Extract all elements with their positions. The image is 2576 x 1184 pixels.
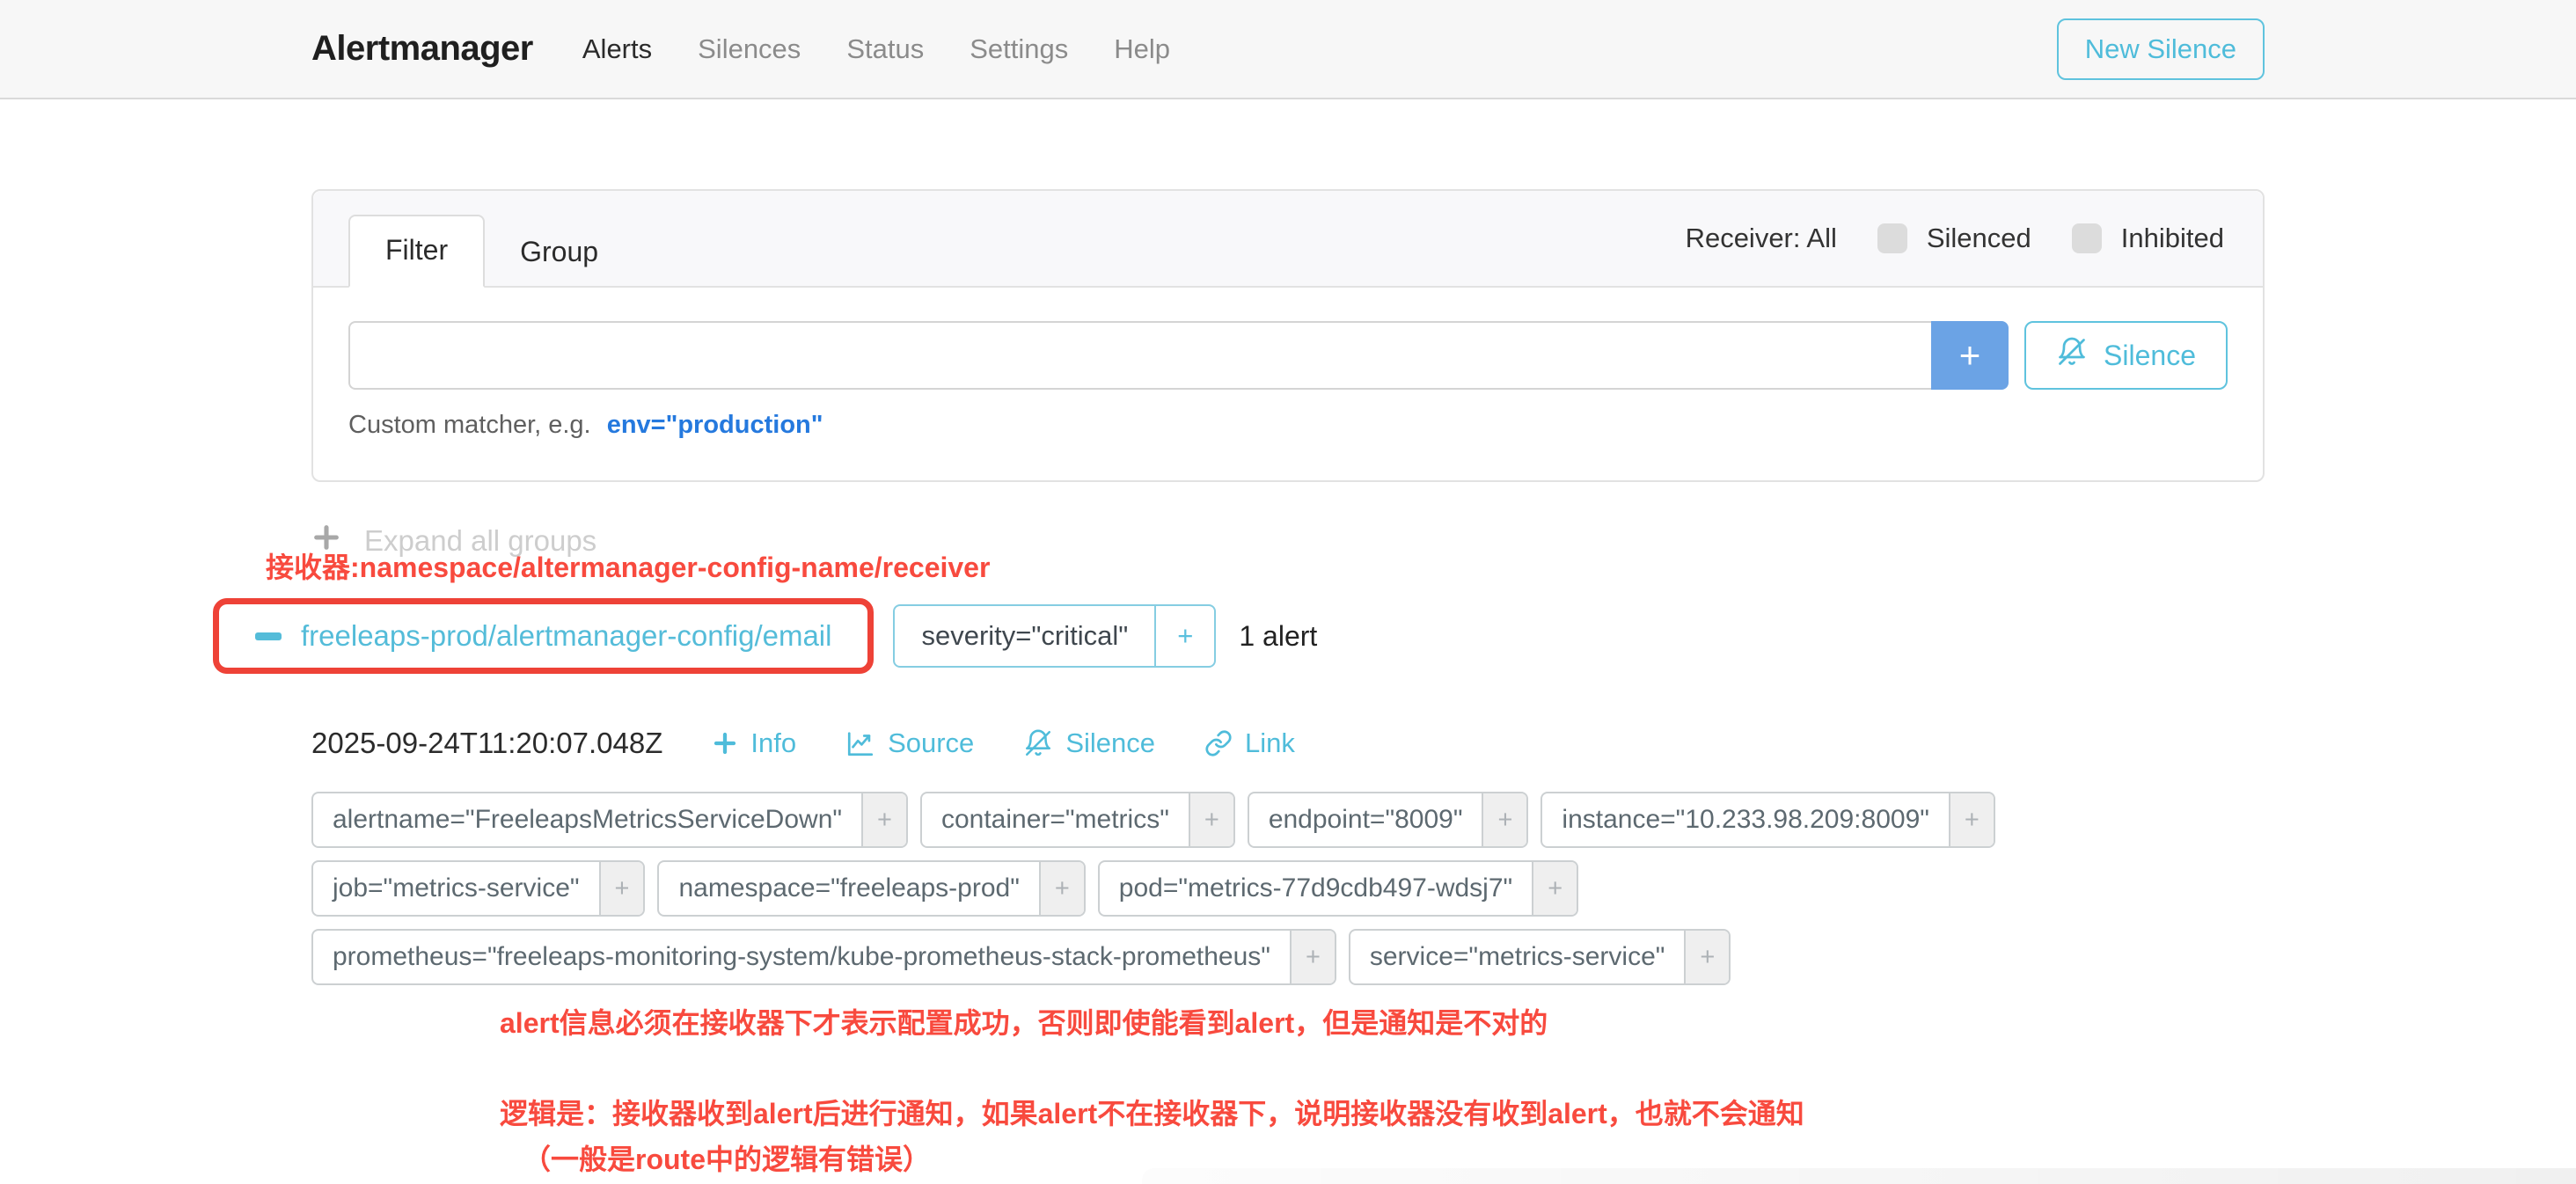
label-chip-container: container="metrics" + bbox=[920, 792, 1235, 848]
filter-panel-header: Filter Group Receiver: All Silenced Inhi… bbox=[313, 191, 2263, 288]
matcher-hint-example-link[interactable]: env="production" bbox=[607, 411, 823, 439]
annotation-alert-note: alert信息必须在接收器下才表示配置成功，否则即使能看到alert，但是通知是… bbox=[500, 1001, 2265, 1041]
alert-timestamp: 2025-09-24T11:20:07.048Z bbox=[311, 727, 662, 760]
group-receiver-button[interactable]: freeleaps-prod/alertmanager-config/email bbox=[223, 609, 863, 663]
bell-slash-icon bbox=[1023, 728, 1053, 758]
silence-button[interactable]: Silence bbox=[2024, 321, 2228, 390]
link-icon bbox=[1204, 729, 1233, 757]
tab-filter[interactable]: Filter bbox=[348, 215, 485, 288]
label-text: instance="10.233.98.209:8009" bbox=[1542, 793, 1948, 846]
label-add-button[interactable]: + bbox=[1949, 793, 1994, 846]
nav-item-help[interactable]: Help bbox=[1114, 33, 1170, 65]
plus-icon bbox=[712, 730, 738, 756]
filter-panel-body: + Silence Custom matcher, e.g. env="prod bbox=[313, 288, 2263, 480]
label-add-button[interactable]: + bbox=[861, 793, 906, 846]
minus-icon bbox=[255, 632, 282, 640]
label-add-button[interactable]: + bbox=[1684, 931, 1729, 983]
nav-item-silences[interactable]: Silences bbox=[698, 33, 801, 65]
source-action-label: Source bbox=[888, 727, 974, 759]
label-text: job="metrics-service" bbox=[313, 862, 599, 915]
silenced-checkbox[interactable] bbox=[1877, 223, 1907, 253]
silence-button-label: Silence bbox=[2104, 340, 2196, 372]
new-silence-button[interactable]: New Silence bbox=[2057, 18, 2265, 80]
bottom-partial-element bbox=[1142, 1168, 2576, 1184]
silence-action-label: Silence bbox=[1065, 727, 1155, 759]
source-action[interactable]: Source bbox=[845, 727, 974, 759]
label-add-button[interactable]: + bbox=[1482, 793, 1526, 846]
label-text: endpoint="8009" bbox=[1249, 793, 1482, 846]
nav-item-settings[interactable]: Settings bbox=[970, 33, 1068, 65]
silenced-checkbox-label: Silenced bbox=[1927, 223, 2031, 254]
label-chip-service: service="metrics-service" + bbox=[1349, 929, 1731, 985]
label-chip-prometheus: prometheus="freeleaps-monitoring-system/… bbox=[311, 929, 1336, 985]
alert-count: 1 alert bbox=[1239, 620, 1317, 653]
annotation-logic-line1: 逻辑是：接收器收到alert后进行通知，如果alert不在接收器下，说明接收器没… bbox=[500, 1091, 2265, 1136]
group-receiver-label: freeleaps-prod/alertmanager-config/email bbox=[301, 619, 831, 653]
label-add-button[interactable]: + bbox=[1290, 931, 1335, 983]
alert-labels: alertname="FreeleapsMetricsServiceDown" … bbox=[311, 792, 2265, 985]
nav-item-alerts[interactable]: Alerts bbox=[582, 33, 652, 65]
label-add-button[interactable]: + bbox=[1189, 793, 1233, 846]
label-chip-pod: pod="metrics-77d9cdb497-wdsj7" + bbox=[1098, 860, 1578, 917]
inhibited-checkbox-label: Inhibited bbox=[2121, 223, 2224, 254]
silenced-checkbox-group[interactable]: Silenced bbox=[1877, 223, 2031, 254]
top-navbar: Alertmanager Alerts Silences Status Sett… bbox=[0, 0, 2576, 99]
label-add-button[interactable]: + bbox=[1039, 862, 1084, 915]
label-text: pod="metrics-77d9cdb497-wdsj7" bbox=[1100, 862, 1532, 915]
filter-panel: Filter Group Receiver: All Silenced Inhi… bbox=[311, 189, 2265, 482]
info-action-label: Info bbox=[750, 727, 796, 759]
nav-item-status[interactable]: Status bbox=[846, 33, 924, 65]
link-action-label: Link bbox=[1245, 727, 1295, 759]
receiver-dropdown[interactable]: Receiver: All bbox=[1686, 223, 1837, 254]
label-text: namespace="freeleaps-prod" bbox=[659, 862, 1038, 915]
bell-slash-icon bbox=[2056, 336, 2088, 375]
matcher-hint-text: Custom matcher, e.g. bbox=[348, 411, 591, 439]
group-matcher-add-button[interactable]: + bbox=[1154, 606, 1214, 666]
annotation-receiver-note: 接收器:namespace/altermanager-config-name/r… bbox=[266, 545, 2219, 586]
inhibited-checkbox[interactable] bbox=[2072, 223, 2102, 253]
chart-icon bbox=[845, 728, 875, 758]
info-action[interactable]: Info bbox=[712, 727, 796, 759]
label-chip-job: job="metrics-service" + bbox=[311, 860, 645, 917]
label-chip-namespace: namespace="freeleaps-prod" + bbox=[657, 860, 1085, 917]
inhibited-checkbox-group[interactable]: Inhibited bbox=[2072, 223, 2224, 254]
label-chip-alertname: alertname="FreeleapsMetricsServiceDown" … bbox=[311, 792, 908, 848]
label-text: container="metrics" bbox=[922, 793, 1189, 846]
link-action[interactable]: Link bbox=[1204, 727, 1295, 759]
group-matcher-chip: severity="critical" + bbox=[893, 604, 1216, 668]
label-text: alertname="FreeleapsMetricsServiceDown" bbox=[313, 793, 861, 846]
label-chip-instance: instance="10.233.98.209:8009" + bbox=[1540, 792, 1994, 848]
alert-group-row: freeleaps-prod/alertmanager-config/email… bbox=[311, 598, 2265, 674]
add-matcher-button[interactable]: + bbox=[1931, 321, 2009, 390]
matcher-input[interactable] bbox=[348, 321, 1931, 390]
label-add-button[interactable]: + bbox=[599, 862, 644, 915]
label-text: service="metrics-service" bbox=[1350, 931, 1685, 983]
app-title: Alertmanager bbox=[311, 29, 533, 69]
red-annotation-box: freeleaps-prod/alertmanager-config/email bbox=[213, 598, 874, 674]
label-add-button[interactable]: + bbox=[1532, 862, 1577, 915]
group-matcher-label[interactable]: severity="critical" bbox=[895, 606, 1154, 666]
label-text: prometheus="freeleaps-monitoring-system/… bbox=[313, 931, 1290, 983]
main-nav: Alerts Silences Status Settings Help bbox=[582, 33, 1170, 65]
tab-group[interactable]: Group bbox=[485, 218, 633, 288]
label-chip-endpoint: endpoint="8009" + bbox=[1248, 792, 1529, 848]
alert-header-row: 2025-09-24T11:20:07.048Z Info Source bbox=[311, 727, 2265, 760]
silence-action[interactable]: Silence bbox=[1023, 727, 1155, 759]
